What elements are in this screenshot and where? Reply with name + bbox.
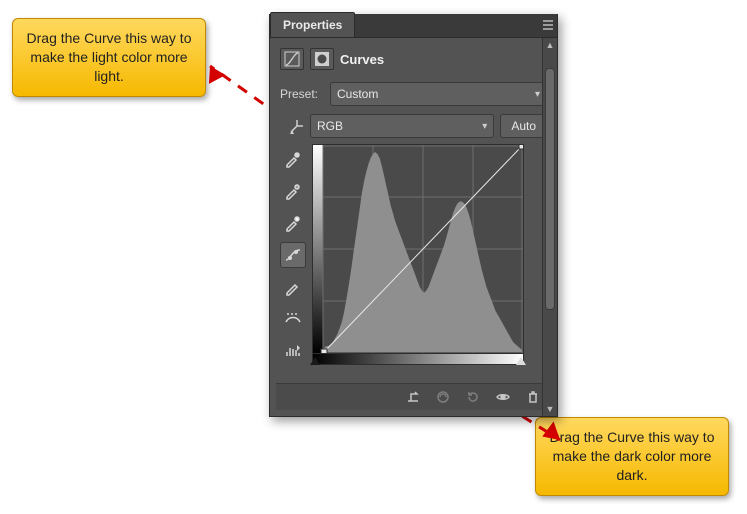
auto-button[interactable]: Auto: [500, 114, 547, 138]
panel-tabbar: Properties: [270, 14, 557, 38]
smooth-icon[interactable]: [280, 306, 306, 332]
adjustment-title: Curves: [340, 52, 384, 67]
eyedropper-gray-icon[interactable]: [280, 178, 306, 204]
eyedropper-white-icon[interactable]: [280, 210, 306, 236]
visibility-icon[interactable]: [493, 387, 513, 407]
properties-panel: Properties Curves Preset: Custom ▾: [269, 14, 558, 417]
eyedropper-black-icon[interactable]: [280, 146, 306, 172]
reset-icon[interactable]: [463, 387, 483, 407]
scroll-up-icon[interactable]: ▲: [543, 38, 557, 52]
curve-point-shadow[interactable]: [321, 349, 327, 353]
panel-bottom-bar: [276, 383, 551, 410]
panel-menu-icon[interactable]: [539, 13, 557, 37]
white-point-slider[interactable]: [516, 357, 526, 365]
clip-to-layer-icon[interactable]: [403, 387, 423, 407]
on-image-adjust-icon[interactable]: [286, 115, 308, 137]
preset-label: Preset:: [280, 87, 324, 101]
preset-select[interactable]: Custom ▾: [330, 82, 547, 106]
curve-point-icon[interactable]: [280, 242, 306, 268]
black-point-slider[interactable]: [310, 357, 320, 365]
panel-scrollbar[interactable]: ▲ ▼: [542, 38, 557, 416]
layer-mask-icon[interactable]: [310, 48, 334, 70]
trash-icon[interactable]: [523, 387, 543, 407]
tab-properties[interactable]: Properties: [270, 12, 355, 37]
curves-toolbar: [280, 144, 306, 365]
channel-select[interactable]: RGB ▾: [310, 114, 494, 138]
callout-dark: Drag the Curve this way to make the dark…: [535, 417, 729, 496]
channel-value: RGB: [317, 119, 343, 133]
scroll-down-icon[interactable]: ▼: [543, 402, 557, 416]
callout-light: Drag the Curve this way to make the ligh…: [12, 18, 206, 97]
chevron-down-icon: ▾: [482, 121, 487, 132]
preset-value: Custom: [337, 87, 378, 101]
histogram-clip-icon[interactable]: [280, 338, 306, 364]
scroll-thumb[interactable]: [545, 68, 555, 310]
chevron-down-icon: ▾: [535, 89, 540, 100]
adjustment-title-row: Curves: [276, 46, 551, 78]
preset-row: Preset: Custom ▾: [276, 78, 551, 110]
curves-adjustment-icon[interactable]: [280, 48, 304, 70]
pencil-icon[interactable]: [280, 274, 306, 300]
curve-point-highlight[interactable]: [519, 145, 523, 149]
view-previous-icon[interactable]: [433, 387, 453, 407]
input-gradient: [312, 354, 524, 365]
curves-graph[interactable]: [312, 144, 524, 354]
